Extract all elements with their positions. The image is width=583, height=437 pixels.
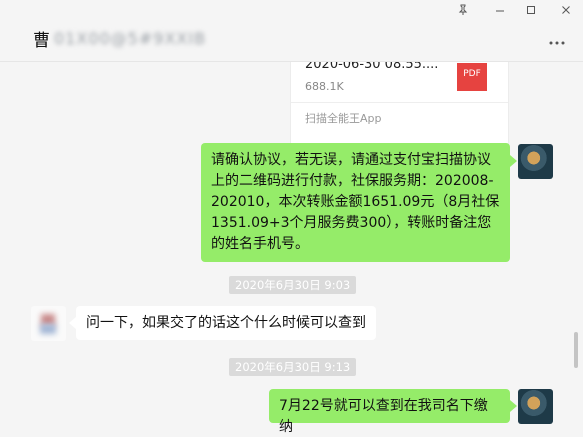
- pdf-file-icon: PDF: [457, 63, 487, 91]
- file-size: 688.1K: [305, 80, 344, 93]
- close-icon[interactable]: [560, 4, 572, 19]
- bubble-tail: [69, 317, 76, 329]
- chat-title-blurred: 01X00@5#9XXIB: [54, 29, 207, 48]
- file-source-label: 扫描全能王App: [305, 112, 382, 125]
- avatar-self[interactable]: [518, 144, 553, 179]
- minimize-icon[interactable]: [494, 4, 506, 19]
- pin-icon[interactable]: [457, 4, 469, 19]
- message-bubble-contact[interactable]: 问一下，如果交了的话这个什么时候可以查到: [76, 306, 376, 340]
- file-card-divider: [291, 102, 508, 103]
- scrollbar-thumb[interactable]: [574, 332, 578, 368]
- avatar-self[interactable]: [518, 389, 553, 424]
- message-text: 请确认协议，若无误，请通过支付宝扫描协议上的二维码进行付款，社保服务期：2020…: [211, 152, 500, 252]
- file-name: 2020-06-30 08.55....: [305, 62, 439, 72]
- bubble-tail: [510, 400, 517, 412]
- timestamp-text: 2020年6月30日 9:03: [235, 278, 351, 292]
- message-bubble-self[interactable]: 7月22号就可以查到在我司名下缴纳: [269, 389, 510, 435]
- timestamp: 2020年6月30日 9:13: [229, 358, 357, 376]
- message-bubble-self[interactable]: 请确认协议，若无误，请通过支付宝扫描协议上的二维码进行付款，社保服务期：2020…: [201, 143, 510, 262]
- timestamp: 2020年6月30日 9:03: [229, 276, 357, 294]
- chat-header: 曹 01X00@5#9XXIB: [0, 0, 583, 62]
- message-text: 问一下，如果交了的话这个什么时候可以查到: [86, 315, 366, 331]
- timestamp-text: 2020年6月30日 9:13: [235, 360, 351, 374]
- avatar-contact[interactable]: [31, 306, 66, 341]
- chat-title: 曹 01X00@5#9XXIB: [33, 26, 206, 51]
- bubble-tail: [510, 155, 517, 167]
- pdf-badge-label: PDF: [463, 69, 481, 79]
- chat-title-name: 曹: [33, 31, 50, 51]
- message-list[interactable]: 2020-06-30 08.55.... 688.1K PDF 扫描全能王App…: [0, 62, 583, 437]
- message-text: 7月22号就可以查到在我司名下缴纳: [279, 398, 488, 435]
- avatar-blur-bottom: [40, 324, 56, 334]
- maximize-icon[interactable]: [525, 4, 537, 19]
- more-icon[interactable]: [548, 31, 566, 50]
